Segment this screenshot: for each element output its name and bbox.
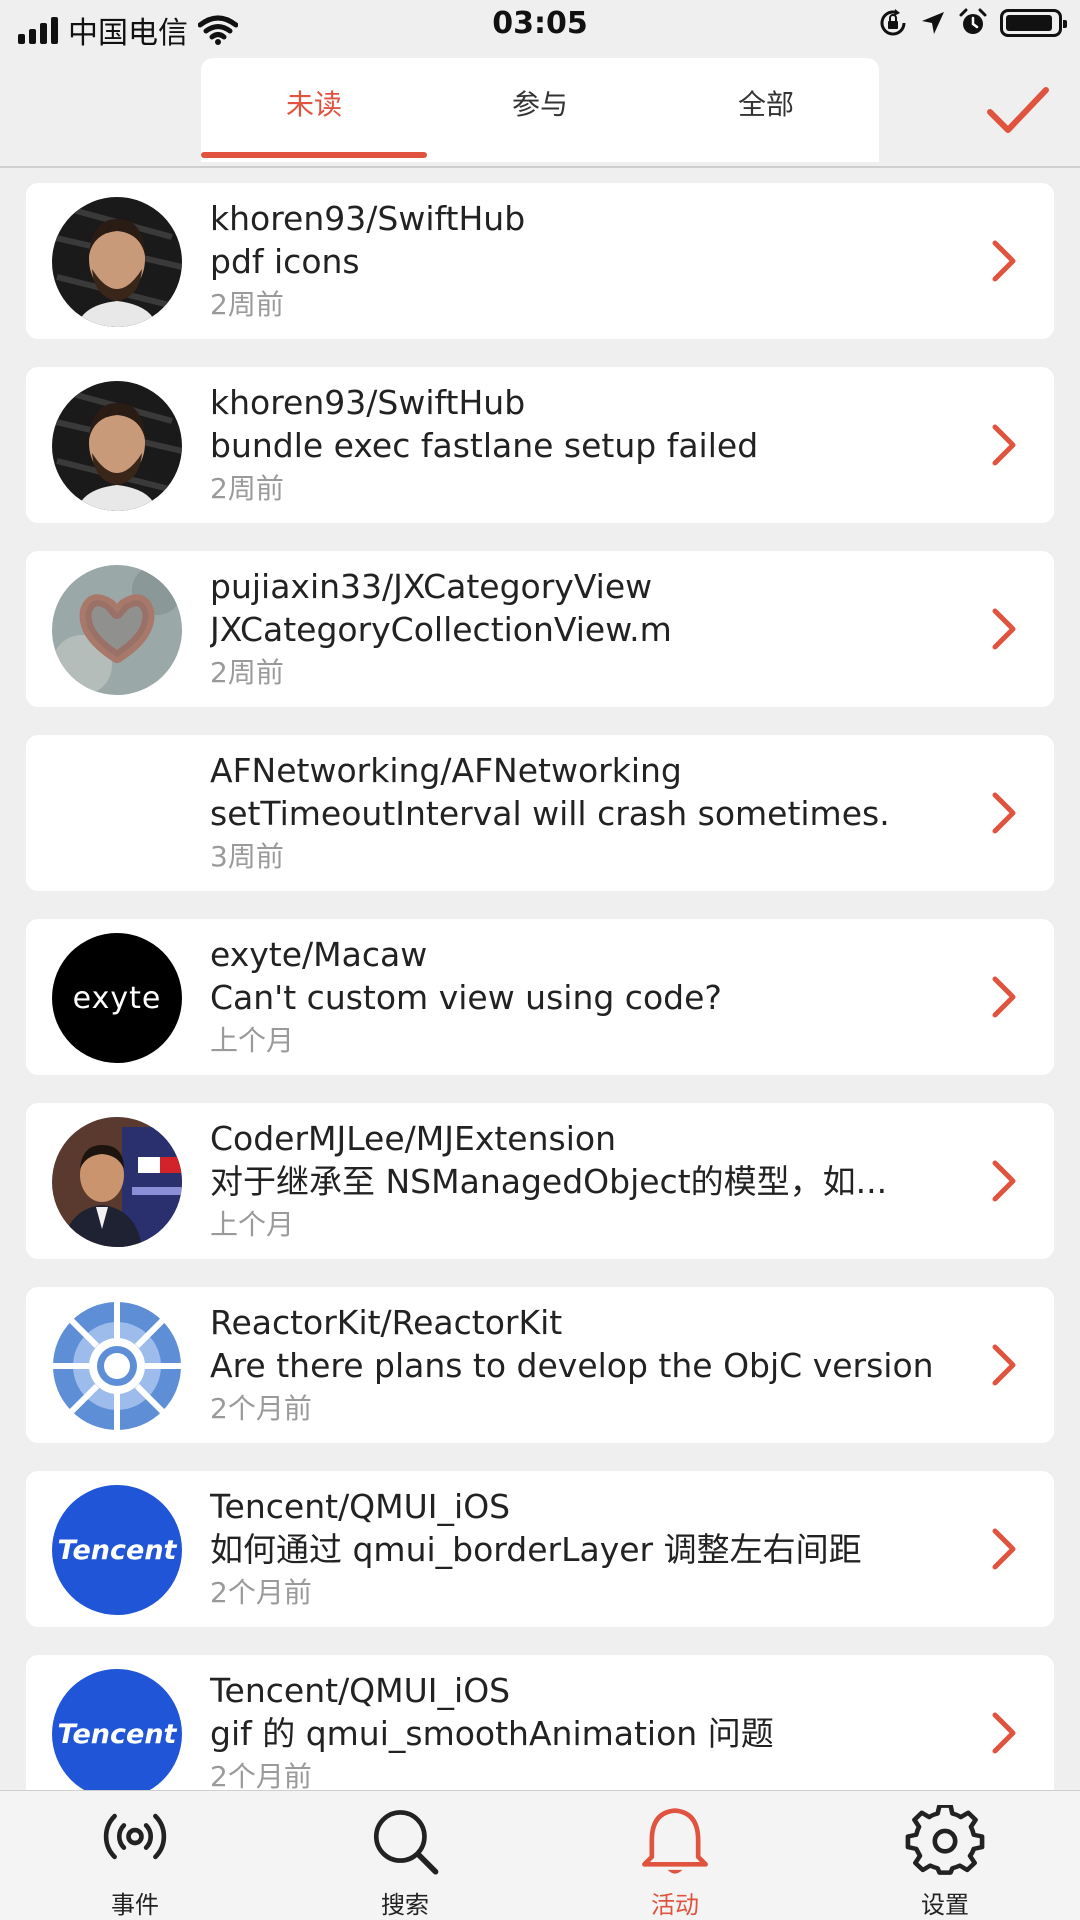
notification-title: gif 的 qmui_smoothAnimation 问题 bbox=[210, 1714, 774, 1753]
notification-row[interactable]: ReactorKit/ReactorKit Are there plans to… bbox=[26, 1287, 1054, 1443]
notification-text: exyte/Macaw Can't custom view using code… bbox=[210, 933, 944, 1063]
tab-all[interactable]: 全部 bbox=[653, 58, 879, 162]
screen: 中国电信 03:05 未读 参与 全部 khoren93/SwiftHub pd… bbox=[0, 0, 1080, 1920]
notification-title: Can't custom view using code? bbox=[210, 978, 722, 1017]
tencent-logo-text: Tencent bbox=[57, 1534, 177, 1566]
mark-all-read-check-icon[interactable] bbox=[986, 84, 1050, 136]
notification-time: 2个月前 bbox=[210, 1392, 312, 1425]
notification-time: 2周前 bbox=[210, 656, 284, 689]
notification-row[interactable]: AFNetworking/AFNetworking setTimeoutInte… bbox=[26, 735, 1054, 891]
notification-text: AFNetworking/AFNetworking setTimeoutInte… bbox=[210, 749, 944, 879]
person-avatar bbox=[52, 1117, 182, 1247]
person-avatar bbox=[52, 381, 182, 511]
notification-row[interactable]: Tencent Tencent/QMUI_iOS gif 的 qmui_smoo… bbox=[26, 1655, 1054, 1811]
search-icon bbox=[373, 1810, 439, 1875]
notification-row[interactable]: CoderMJLee/MJExtension 对于继承至 NSManagedOb… bbox=[26, 1103, 1054, 1259]
repo-name: ReactorKit/ReactorKit bbox=[210, 1303, 563, 1342]
chevron-right-icon bbox=[992, 976, 1016, 1018]
notification-text: ReactorKit/ReactorKit Are there plans to… bbox=[210, 1301, 944, 1431]
hands-heart-avatar bbox=[52, 565, 182, 695]
notification-row[interactable]: Tencent Tencent/QMUI_iOS 如何通过 qmui_borde… bbox=[26, 1471, 1054, 1627]
chevron-right-icon bbox=[992, 1528, 1016, 1570]
notification-row[interactable]: khoren93/SwiftHub pdf icons 2周前 bbox=[26, 183, 1054, 339]
notification-text: CoderMJLee/MJExtension 对于继承至 NSManagedOb… bbox=[210, 1117, 944, 1247]
notification-time: 2周前 bbox=[210, 288, 284, 321]
repo-name: AFNetworking/AFNetworking bbox=[210, 751, 682, 790]
repo-name: khoren93/SwiftHub bbox=[210, 199, 526, 238]
tab-bar-label: 活动 bbox=[651, 1891, 699, 1919]
notification-time: 2个月前 bbox=[210, 1576, 312, 1609]
tab-bar-item-activity[interactable]: 活动 bbox=[540, 1791, 810, 1920]
tab-participating[interactable]: 参与 bbox=[427, 58, 653, 162]
tab-bar-label: 搜索 bbox=[381, 1891, 429, 1919]
reactorkit-logo bbox=[52, 1301, 182, 1431]
notification-text: pujiaxin33/JXCategoryView JXCategoryColl… bbox=[210, 565, 944, 695]
tab-bar: 事件 搜索 活动 设置 bbox=[0, 1790, 1080, 1920]
battery-fill bbox=[1006, 15, 1052, 31]
segmented-tabs: 未读 参与 全部 bbox=[201, 58, 879, 162]
chevron-right-icon bbox=[992, 1344, 1016, 1386]
repo-name: Tencent/QMUI_iOS bbox=[210, 1671, 511, 1710]
notification-time: 3周前 bbox=[210, 840, 284, 873]
chevron-right-icon bbox=[992, 1160, 1016, 1202]
chevron-right-icon bbox=[992, 240, 1016, 282]
chevron-right-icon bbox=[992, 1712, 1016, 1754]
chevron-right-icon bbox=[992, 608, 1016, 650]
notification-title: bundle exec fastlane setup failed bbox=[210, 426, 759, 465]
alarm-icon bbox=[959, 8, 987, 34]
tab-unread[interactable]: 未读 bbox=[201, 58, 427, 162]
battery-icon bbox=[1000, 9, 1067, 37]
rotation-lock-icon bbox=[880, 9, 906, 36]
notification-list: khoren93/SwiftHub pdf icons 2周前 khoren93… bbox=[26, 183, 1054, 1839]
repo-name: exyte/Macaw bbox=[210, 935, 428, 974]
tab-bar-label: 事件 bbox=[111, 1891, 159, 1919]
notification-time: 2周前 bbox=[210, 472, 284, 505]
notification-row[interactable]: pujiaxin33/JXCategoryView JXCategoryColl… bbox=[26, 551, 1054, 707]
notification-text: khoren93/SwiftHub bundle exec fastlane s… bbox=[210, 381, 944, 511]
tab-bar-label: 设置 bbox=[921, 1891, 969, 1919]
repo-name: Tencent/QMUI_iOS bbox=[210, 1487, 511, 1526]
tencent-logo: Tencent bbox=[52, 1485, 182, 1615]
tencent-logo: Tencent bbox=[52, 1669, 182, 1799]
repo-name: pujiaxin33/JXCategoryView bbox=[210, 567, 653, 606]
exyte-logo: exyte bbox=[52, 933, 182, 1063]
bell-icon bbox=[642, 1808, 708, 1874]
exyte-logo-text: exyte bbox=[72, 980, 162, 1016]
chevron-right-icon bbox=[992, 792, 1016, 834]
notification-text: khoren93/SwiftHub pdf icons 2周前 bbox=[210, 197, 944, 327]
location-icon bbox=[922, 12, 944, 34]
notification-title: pdf icons bbox=[210, 242, 360, 281]
header: 未读 参与 全部 bbox=[0, 54, 1080, 168]
notification-title: setTimeoutInterval will crash sometimes. bbox=[210, 794, 890, 833]
notification-title: JXCategoryCollectionView.m bbox=[210, 610, 672, 649]
broadcast-icon bbox=[103, 1813, 167, 1860]
person-avatar bbox=[52, 197, 182, 327]
notification-time: 上个月 bbox=[210, 1024, 295, 1057]
tab-bar-item-settings[interactable]: 设置 bbox=[810, 1791, 1080, 1920]
notification-title: Are there plans to develop the ObjC vers… bbox=[210, 1346, 934, 1385]
tencent-logo-text: Tencent bbox=[57, 1718, 177, 1750]
notification-row[interactable]: exyte exyte/Macaw Can't custom view usin… bbox=[26, 919, 1054, 1075]
notification-title: 如何通过 qmui_borderLayer 调整左右间距 bbox=[210, 1530, 862, 1569]
gear-icon bbox=[905, 1805, 985, 1875]
notification-time: 上个月 bbox=[210, 1208, 295, 1241]
repo-name: khoren93/SwiftHub bbox=[210, 383, 526, 422]
tab-bar-item-events[interactable]: 事件 bbox=[0, 1791, 270, 1920]
status-bar: 中国电信 03:05 bbox=[0, 0, 1080, 54]
notification-title: 对于继承至 NSManagedObject的模型，如... bbox=[210, 1162, 888, 1201]
repo-name: CoderMJLee/MJExtension bbox=[210, 1119, 616, 1158]
notification-row[interactable]: khoren93/SwiftHub bundle exec fastlane s… bbox=[26, 367, 1054, 523]
tab-bar-item-search[interactable]: 搜索 bbox=[270, 1791, 540, 1920]
notification-text: Tencent/QMUI_iOS 如何通过 qmui_borderLayer 调… bbox=[210, 1485, 944, 1615]
chevron-right-icon bbox=[992, 424, 1016, 466]
blank-avatar bbox=[52, 749, 182, 879]
notification-text: Tencent/QMUI_iOS gif 的 qmui_smoothAnimat… bbox=[210, 1669, 944, 1799]
status-right bbox=[878, 8, 1067, 38]
